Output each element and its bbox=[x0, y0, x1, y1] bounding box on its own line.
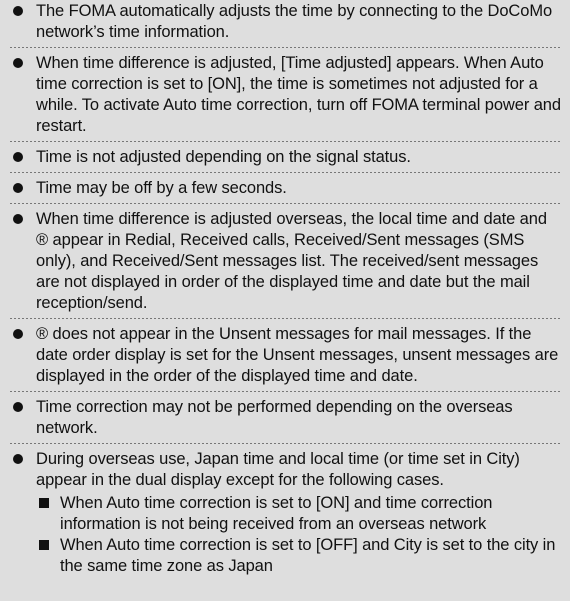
note-text: Time correction may not be performed dep… bbox=[36, 398, 513, 437]
dotted-divider bbox=[10, 203, 562, 204]
exception-item: When Auto time correction is set to [ON]… bbox=[36, 493, 562, 535]
exception-text: When Auto time correction is set to [OFF… bbox=[60, 536, 556, 575]
note-item: The FOMA automatically adjusts the time … bbox=[10, 1, 562, 43]
bullet-icon bbox=[13, 152, 23, 162]
note-item: When time difference is adjusted, [Time … bbox=[10, 53, 562, 137]
bullet-icon bbox=[13, 58, 23, 68]
note-item: When time difference is adjusted oversea… bbox=[10, 209, 562, 314]
notes-panel: The FOMA automatically adjusts the time … bbox=[0, 1, 570, 601]
exception-text: When Auto time correction is set to [ON]… bbox=[60, 494, 493, 533]
note-text: When time difference is adjusted, [Time … bbox=[36, 54, 561, 135]
bullet-icon bbox=[13, 214, 23, 224]
square-bullet-icon bbox=[39, 540, 49, 550]
square-bullet-icon bbox=[39, 498, 49, 508]
note-text: The FOMA automatically adjusts the time … bbox=[36, 2, 553, 41]
note-text: During overseas use, Japan time and loca… bbox=[36, 450, 520, 489]
exception-item: When Auto time correction is set to [OFF… bbox=[36, 535, 562, 577]
bullet-icon bbox=[13, 329, 23, 339]
bullet-icon bbox=[13, 6, 23, 16]
note-item: Time is not adjusted depending on the si… bbox=[10, 147, 562, 168]
bullet-icon bbox=[13, 402, 23, 412]
bullet-icon bbox=[13, 454, 23, 464]
dotted-divider bbox=[10, 318, 562, 319]
note-text: Time may be off by a few seconds. bbox=[36, 179, 287, 197]
note-text: ® does not appear in the Unsent messages… bbox=[36, 325, 559, 385]
note-item: Time may be off by a few seconds. bbox=[10, 178, 562, 199]
dotted-divider bbox=[10, 443, 562, 444]
exception-list: When Auto time correction is set to [ON]… bbox=[36, 493, 562, 577]
note-text: When time difference is adjusted oversea… bbox=[36, 210, 547, 312]
note-item: During overseas use, Japan time and loca… bbox=[10, 449, 562, 577]
note-text: Time is not adjusted depending on the si… bbox=[36, 148, 411, 166]
dotted-divider bbox=[10, 47, 562, 48]
bullet-icon bbox=[13, 183, 23, 193]
dotted-divider bbox=[10, 141, 562, 142]
dotted-divider bbox=[10, 172, 562, 173]
note-item: Time correction may not be performed dep… bbox=[10, 397, 562, 439]
note-item: ® does not appear in the Unsent messages… bbox=[10, 324, 562, 387]
notes-list: The FOMA automatically adjusts the time … bbox=[10, 1, 562, 577]
dotted-divider bbox=[10, 391, 562, 392]
